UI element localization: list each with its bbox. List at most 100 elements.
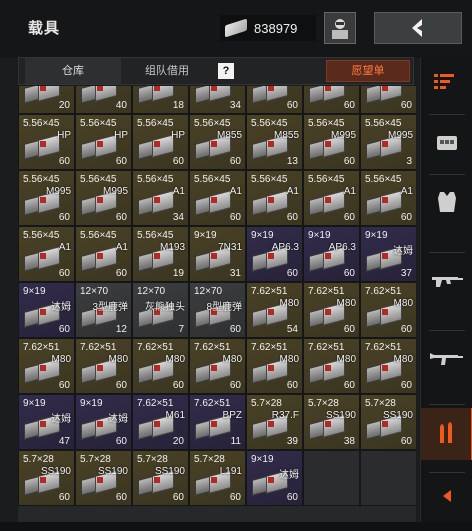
ammo-slot[interactable]: 12×70 灰熊独头 7: [132, 282, 189, 338]
ammo-slot[interactable]: 9×19 达姆 60: [18, 282, 75, 338]
help-button[interactable]: ?: [218, 63, 234, 79]
ammo-slot[interactable]: 12×70 8型鹿弹 60: [189, 282, 246, 338]
ammo-quantity: 37: [400, 268, 412, 279]
ammo-quantity: 60: [286, 492, 298, 503]
tab-bar: 仓库 组队借用 ? 愿望单: [18, 57, 414, 85]
sidebar-item-rifle[interactable]: [421, 256, 472, 308]
empty-slot: [303, 450, 360, 506]
ammo-caliber: 5.56×45: [251, 174, 288, 185]
ammo-caliber: 7.62×51: [365, 286, 402, 297]
ammo-slot[interactable]: 5.56×45 HP 60: [18, 114, 75, 170]
ammo-quantity: 11: [230, 436, 241, 447]
ammo-slot[interactable]: 5.7×28 SS190 60: [18, 450, 75, 506]
sidebar-item-arrow-left[interactable]: [421, 476, 472, 520]
ammo-type: A1: [229, 186, 242, 197]
ammo-quantity: 60: [58, 324, 70, 335]
ammo-type: M193: [159, 242, 185, 253]
ammo-slot[interactable]: 7.62×51 M61 20: [132, 394, 189, 450]
sidebar-item-assault-rifle[interactable]: [421, 334, 472, 386]
ammo-slot[interactable]: 7.62×51 BPZ 11: [189, 394, 246, 450]
sidebar-item-sort[interactable]: [421, 58, 472, 110]
ammo-slot[interactable]: 5.56×45 HP 60: [75, 114, 132, 170]
ammo-slot[interactable]: 5.7×28 SS190 38: [303, 394, 360, 450]
back-button[interactable]: [374, 12, 462, 44]
ammo-slot[interactable]: 34: [189, 86, 246, 114]
ammo-caliber: 5.56×45: [365, 118, 402, 129]
ammo-slot[interactable]: 7.62×51 M80 60: [189, 338, 246, 394]
ammo-caliber: 5.56×45: [194, 174, 231, 185]
ammo-slot[interactable]: 40: [75, 86, 132, 114]
ammo-slot[interactable]: 9×19 达姆 60: [75, 394, 132, 450]
character-button[interactable]: [324, 12, 356, 44]
ammo-type: 灰熊独头: [145, 302, 185, 313]
ammo-quantity: 60: [172, 492, 184, 503]
ammo-slot[interactable]: 5.7×28 SS190 60: [132, 450, 189, 506]
ammo-slot[interactable]: 7.62×51 M80 60: [303, 338, 360, 394]
tab-team-borrow[interactable]: 组队借用: [123, 58, 211, 84]
ammo-quantity: 60: [58, 156, 70, 167]
ammo-quantity: 34: [172, 212, 184, 223]
ammo-quantity: 60: [286, 380, 298, 391]
ammo-slot[interactable]: 5.56×45 A1 60: [189, 170, 246, 226]
ammo-type: 达姆: [51, 302, 71, 313]
ammo-slot[interactable]: 5.56×45 A1 60: [75, 226, 132, 282]
ammo-slot[interactable]: 5.7×28 SS190 60: [360, 394, 416, 450]
sidebar-item-vest[interactable]: [421, 178, 472, 230]
ammo-slot[interactable]: 5.7×28 L191 60: [189, 450, 246, 506]
ammo-slot[interactable]: 7.62×51 M80 60: [246, 338, 303, 394]
ammo-quantity: 60: [115, 268, 127, 279]
ammo-slot[interactable]: 7.62×51 M80 54: [246, 282, 303, 338]
ammo-slot[interactable]: 5.56×45 A1 34: [132, 170, 189, 226]
ammo-slot[interactable]: 9×19 AP6.3 60: [246, 226, 303, 282]
ammo-slot[interactable]: 5.7×28 R37.F 39: [246, 394, 303, 450]
ammo-type: A1: [58, 242, 71, 253]
ammo-slot[interactable]: 7.62×51 M80 60: [360, 338, 416, 394]
ammo-slot[interactable]: 5.56×45 A1 60: [18, 226, 75, 282]
ammo-quantity: 39: [286, 436, 298, 447]
ammo-slot[interactable]: 20: [18, 86, 75, 114]
sidebar-item-armor-rig[interactable]: [421, 118, 472, 170]
ammo-caliber: 5.56×45: [137, 230, 174, 241]
ammo-slot[interactable]: 5.56×45 M995 60: [75, 170, 132, 226]
ammo-type: 8型鹿弹: [206, 302, 242, 313]
ammo-slot[interactable]: 60: [246, 86, 303, 114]
ammo-quantity: 60: [343, 324, 355, 335]
ammo-type: HP: [57, 130, 71, 141]
ammo-slot[interactable]: 9×19 达姆 47: [18, 394, 75, 450]
ammo-caliber: 5.56×45: [137, 118, 174, 129]
sidebar-divider: [429, 114, 465, 115]
wishlist-button[interactable]: 愿望单: [326, 60, 410, 82]
ammo-type: SS190: [382, 410, 413, 421]
ammo-slot[interactable]: 5.56×45 M995 60: [18, 170, 75, 226]
ammo-slot[interactable]: 7.62×51 M80 60: [18, 338, 75, 394]
ammo-slot[interactable]: 9×19 达姆 37: [360, 226, 416, 282]
ammo-slot[interactable]: 5.56×45 M995 3: [360, 114, 416, 170]
ammo-slot[interactable]: 5.56×45 M855 13: [246, 114, 303, 170]
ammo-type: M995: [387, 130, 413, 141]
ammo-slot[interactable]: 7.62×51 M80 60: [75, 338, 132, 394]
ammo-slot[interactable]: 60: [360, 86, 416, 114]
ammo-type: M80: [393, 354, 413, 365]
sidebar-item-ammo[interactable]: [421, 408, 472, 460]
ammo-slot[interactable]: 7.62×51 M80 60: [360, 282, 416, 338]
ammo-slot[interactable]: 5.56×45 M855 60: [189, 114, 246, 170]
ammo-slot[interactable]: 5.56×45 HP 60: [132, 114, 189, 170]
tab-storage[interactable]: 仓库: [25, 58, 121, 84]
ammo-slot[interactable]: 12×70 3型鹿弹 12: [75, 282, 132, 338]
ammo-slot[interactable]: 5.56×45 A1 60: [360, 170, 416, 226]
ammo-slot[interactable]: 9×19 AP6.3 60: [303, 226, 360, 282]
ammo-slot[interactable]: 5.56×45 M995 60: [303, 114, 360, 170]
ammo-quantity: 60: [115, 436, 127, 447]
ammo-slot[interactable]: 9×19 达姆 60: [246, 450, 303, 506]
ammo-slot[interactable]: 18: [132, 86, 189, 114]
ammo-slot[interactable]: 7.62×51 M80 60: [132, 338, 189, 394]
ammo-slot[interactable]: 5.56×45 A1 60: [246, 170, 303, 226]
ammo-slot[interactable]: 5.56×45 M193 19: [132, 226, 189, 282]
ammo-slot[interactable]: 9×19 7N31 31: [189, 226, 246, 282]
ammo-slot[interactable]: 5.7×28 SS190 60: [75, 450, 132, 506]
ammo-quantity: 20: [172, 436, 184, 447]
ammo-slot[interactable]: 5.56×45 A1 60: [303, 170, 360, 226]
ammo-slot[interactable]: 60: [303, 86, 360, 114]
ammo-slot[interactable]: 7.62×51 M80 60: [303, 282, 360, 338]
ammo-type: 达姆: [279, 470, 299, 481]
